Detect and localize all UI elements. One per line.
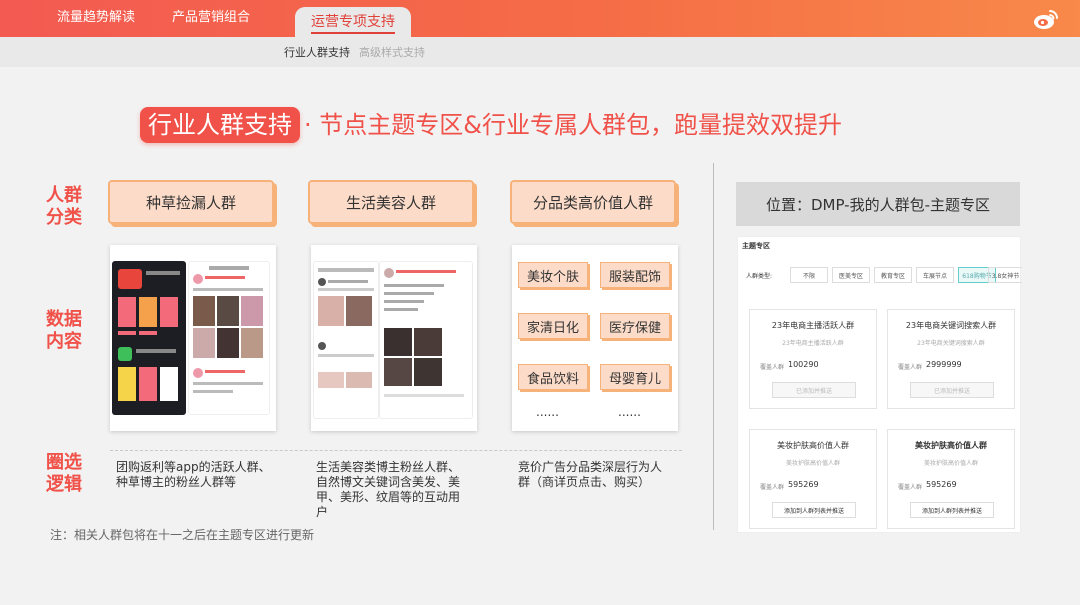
app-screenshot-dark [112, 261, 186, 415]
crowd-card-button[interactable]: 添加到人群列表并推送 [910, 502, 994, 518]
ellipsis-right: ...... [618, 405, 641, 419]
tab-traffic-trend[interactable]: 流量趋势解读 [57, 8, 135, 28]
position-label: 位置：DMP-我的人群包-主题专区 [736, 182, 1020, 226]
category-chip-baby: 母婴育儿 [600, 364, 670, 390]
category-grass-crowd: 种草捡漏人群 [108, 180, 274, 224]
title-badge: 行业人群支持 [140, 107, 300, 143]
divider-dashed [110, 450, 682, 451]
crowd-card-count-label: 覆盖人群 [898, 484, 923, 491]
crowd-card: 美妆护肤高价值人群 美妆护肤高价值人群 覆盖人群 595269 添加到人群列表并… [887, 429, 1015, 529]
sub-nav-bar: 行业人群支持 高级样式支持 [0, 37, 1080, 67]
data-panel-beauty [311, 245, 477, 431]
crowd-card-subtitle: 美妆护肤高价值人群 [923, 460, 978, 467]
crowd-card-subtitle: 美妆护肤高价值人群 [785, 460, 840, 467]
crowd-card-count: 100290 [788, 360, 819, 369]
page-title: 行业人群支持 · 节点主题专区&行业专属人群包，跑量提效双提升 [140, 106, 842, 144]
row-label-category: 人群 分类 [46, 185, 82, 228]
category-chip-household: 家清日化 [518, 313, 588, 339]
category-chip-healthcare: 医疗保健 [600, 313, 670, 339]
category-chip-food: 食品饮料 [518, 364, 588, 390]
crowd-card-count: 595269 [926, 480, 957, 489]
crowd-card-count: 595269 [788, 480, 819, 489]
crowd-card-count-label: 覆盖人群 [760, 484, 785, 491]
crowd-card-button[interactable]: 已添加并推送 [910, 382, 994, 398]
tab-product-marketing[interactable]: 产品营销组合 [172, 8, 250, 28]
crowd-card-count: 2999999 [926, 360, 962, 369]
crowd-card-count-label: 覆盖人群 [898, 364, 923, 371]
crowd-card: 23年电商关键词搜索人群 23年电商关键词搜索人群 覆盖人群 2999999 已… [887, 309, 1015, 409]
crowd-card-button[interactable]: 已添加并推送 [772, 382, 856, 398]
crowd-card-title: 美妆护肤高价值人群 [777, 441, 849, 450]
feed-list-screenshot [313, 261, 379, 419]
dmp-screenshot: 主题专区 人群类型: 不限 医美专区 教育专区 车展节点 618购物节 3.8女… [737, 236, 1022, 533]
crowd-card: 23年电商主播活跃人群 23年电商主播活跃人群 覆盖人群 100290 已添加并… [749, 309, 877, 409]
crowd-card-count-label: 覆盖人群 [760, 364, 785, 371]
subtab-advanced-style[interactable]: 高级样式支持 [359, 46, 425, 60]
weibo-logo-icon [1034, 10, 1058, 29]
top-nav-bar: 流量趋势解读 产品营销组合 运营专项支持 [0, 0, 1080, 37]
footnote: 注：相关人群包将在十一之后在主题专区进行更新 [50, 528, 315, 542]
subtab-industry-crowd[interactable]: 行业人群支持 [284, 46, 350, 60]
category-beauty-crowd: 生活美容人群 [308, 180, 474, 224]
crowd-card-subtitle: 23年电商主播活跃人群 [782, 340, 844, 347]
logic-text-beauty: 生活美容类博主粉丝人群、自然博文关键词含美发、美甲、美形、纹眉等的互动用户 [316, 460, 461, 519]
row-label-logic: 圈选 逻辑 [46, 452, 82, 495]
chip-38[interactable]: 3.8女神节 [988, 267, 1022, 283]
data-panel-grass [110, 245, 276, 431]
chip-education[interactable]: 教育专区 [874, 267, 912, 283]
logic-text-grass: 团购返利等app的活跃人群、种草博主的粉丝人群等 [116, 460, 271, 489]
post-detail-screenshot [379, 261, 473, 419]
crowd-card-button[interactable]: 添加到人群列表并推送 [772, 502, 856, 518]
category-high-value-crowd: 分品类高价值人群 [510, 180, 676, 224]
category-chip-beauty: 美妆个肤 [518, 262, 588, 288]
crowd-card: 美妆护肤高价值人群 美妆护肤高价值人群 覆盖人群 595269 添加到人群列表并… [749, 429, 877, 529]
crowd-card-title: 美妆护肤高价值人群 [915, 441, 987, 450]
chip-unlimited[interactable]: 不限 [790, 267, 828, 283]
chip-auto-show[interactable]: 车展节点 [916, 267, 954, 283]
category-chip-apparel: 服装配饰 [600, 262, 670, 288]
chip-medical-beauty[interactable]: 医美专区 [832, 267, 870, 283]
feed-screenshot [188, 261, 270, 415]
dmp-filter-label: 人群类型: [746, 273, 773, 280]
title-text: · 节点主题专区&行业专属人群包，跑量提效双提升 [304, 111, 842, 139]
dmp-header: 主题专区 [742, 242, 770, 250]
ellipsis-left: ...... [536, 405, 559, 419]
data-panel-high-value: 美妆个肤 服装配饰 家清日化 医疗保健 食品饮料 母婴育儿 ...... ...… [512, 245, 678, 431]
vertical-divider [713, 163, 714, 530]
logic-text-high-value: 竞价广告分品类深层行为人群（商详页点击、购买） [518, 460, 663, 489]
crowd-card-subtitle: 23年电商关键词搜索人群 [917, 340, 985, 347]
crowd-card-title: 23年电商主播活跃人群 [771, 321, 855, 330]
row-label-data: 数据 内容 [46, 309, 82, 352]
tab-operation-support[interactable]: 运营专项支持 [295, 7, 411, 37]
crowd-card-title: 23年电商关键词搜索人群 [905, 321, 997, 330]
